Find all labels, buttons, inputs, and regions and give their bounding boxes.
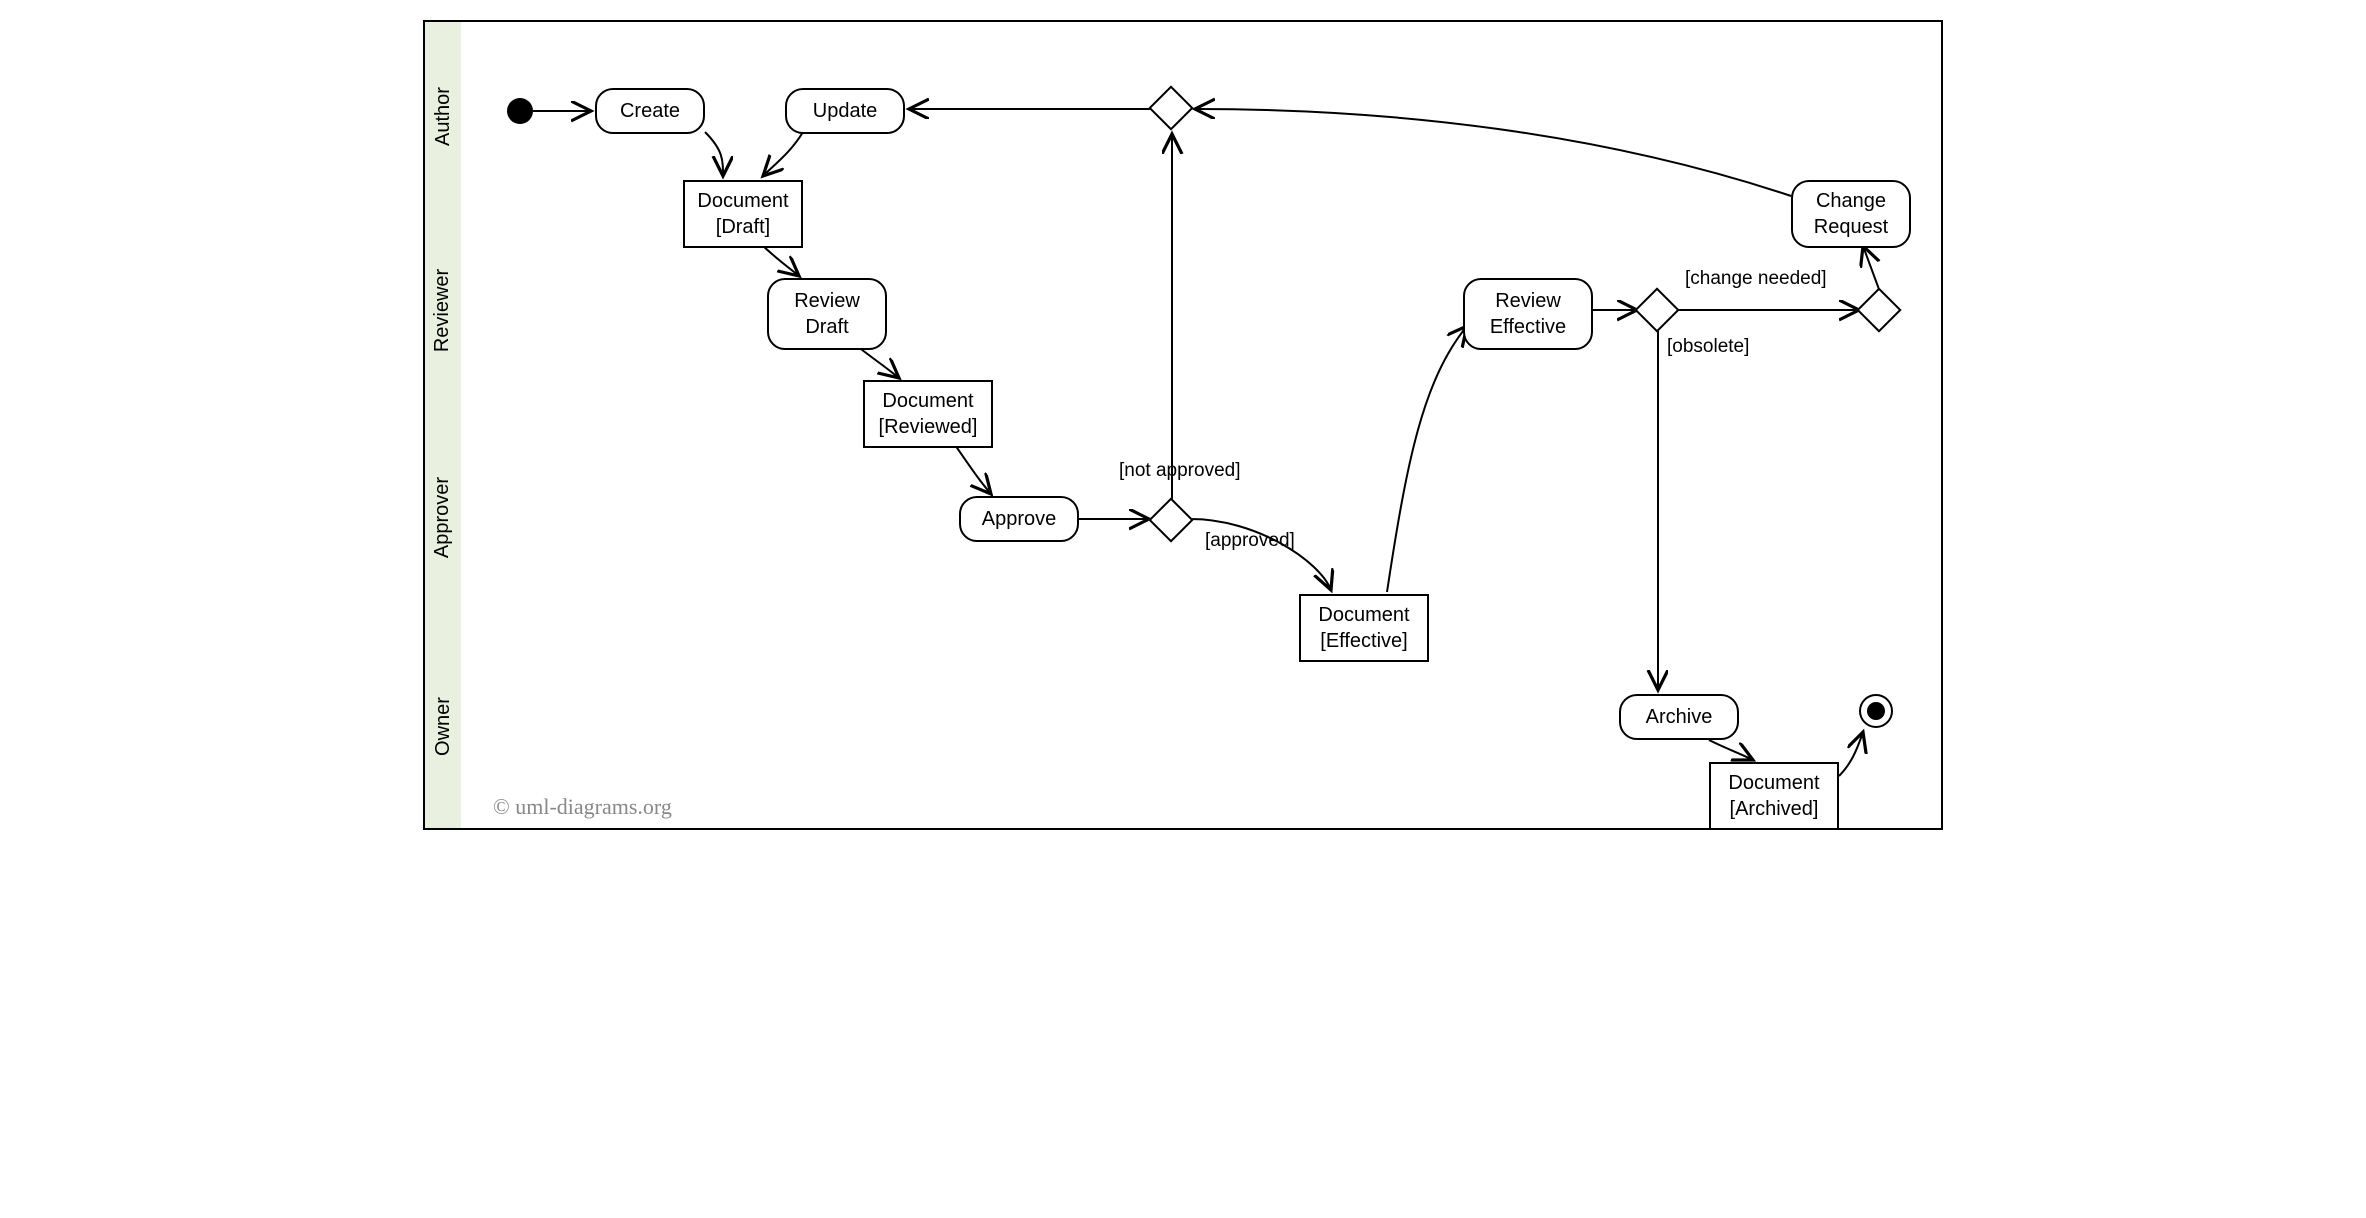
activity-label-line: Effective	[1490, 316, 1566, 338]
lane-label-approver: Approver	[423, 410, 463, 627]
lane-label-reviewer: Reviewer	[423, 210, 463, 412]
activity-label: Update	[813, 100, 878, 122]
uml-activity-diagram: Author Reviewer Approver Owner Create Up…	[423, 20, 1943, 830]
activity-create: Create	[595, 88, 705, 134]
activity-review-effective: Review Effective	[1463, 278, 1593, 350]
activity-label: Create	[620, 100, 680, 122]
lane-label-text: Author	[432, 87, 455, 146]
object-label-line: [Draft]	[716, 216, 770, 238]
object-label-line: Document	[882, 390, 973, 412]
guard-not-approved: [not approved]	[1119, 460, 1240, 482]
object-label-line: [Reviewed]	[879, 416, 978, 438]
activity-label-line: Draft	[805, 316, 848, 338]
lane-label-text: Owner	[432, 697, 455, 756]
object-label-line: Document	[1318, 604, 1409, 626]
activity-label: Archive	[1646, 706, 1713, 728]
activity-label-line: Review	[794, 290, 860, 312]
final-node	[1859, 694, 1893, 728]
activity-label-line: Change	[1816, 190, 1886, 212]
lane-label-owner: Owner	[423, 625, 463, 830]
lane-label-author: Author	[423, 20, 463, 212]
activity-label-line: Review	[1495, 290, 1561, 312]
activity-change-request: Change Request	[1791, 180, 1911, 248]
lane-body-approver	[461, 410, 1943, 627]
copyright-text: © uml-diagrams.org	[493, 794, 672, 820]
guard-approved: [approved]	[1205, 530, 1295, 552]
activity-label-line: Request	[1814, 216, 1889, 238]
object-label-line: Document	[1728, 772, 1819, 794]
lane-label-text: Approver	[432, 477, 455, 558]
object-label-line: [Archived]	[1730, 798, 1819, 820]
object-document-draft: Document [Draft]	[683, 180, 803, 248]
object-document-reviewed: Document [Reviewed]	[863, 380, 993, 448]
lane-label-text: Reviewer	[432, 268, 455, 351]
activity-label: Approve	[982, 508, 1057, 530]
object-label-line: Document	[697, 190, 788, 212]
activity-approve: Approve	[959, 496, 1079, 542]
guard-obsolete: [obsolete]	[1667, 336, 1749, 358]
initial-node	[507, 98, 533, 124]
activity-update: Update	[785, 88, 905, 134]
guard-change-needed: [change needed]	[1685, 268, 1827, 290]
object-document-archived: Document [Archived]	[1709, 762, 1839, 830]
object-document-effective: Document [Effective]	[1299, 594, 1429, 662]
activity-archive: Archive	[1619, 694, 1739, 740]
activity-review-draft: Review Draft	[767, 278, 887, 350]
object-label-line: [Effective]	[1320, 630, 1407, 652]
